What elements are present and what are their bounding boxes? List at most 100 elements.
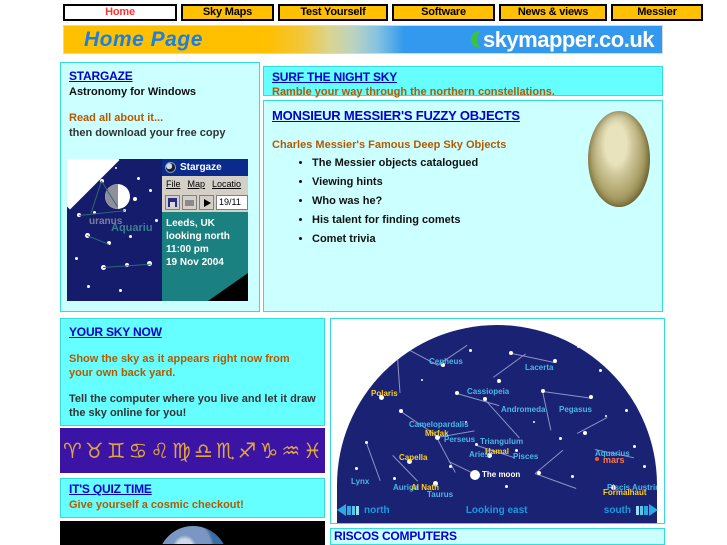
constellation-label-cassiopeia: Cassiopeia xyxy=(467,387,510,396)
zodiac-taurus-icon: ♉ xyxy=(84,438,104,463)
star-dot xyxy=(533,421,535,423)
star-dot xyxy=(541,389,545,393)
constellation-label-pisces: Pisces xyxy=(513,452,539,461)
star-label-formalhaut: Formalhaut xyxy=(603,488,647,497)
nav-tab-software[interactable]: Software xyxy=(392,4,495,21)
stargaze-app-screenshot[interactable]: uranus Aquariu Stargaze File Map Locatio… xyxy=(67,159,248,301)
constellation-label-camelopardalis: Camelopardalis xyxy=(409,420,469,429)
zodiac-cancer-icon: ♋ xyxy=(128,438,148,463)
star-dot xyxy=(483,397,487,401)
zodiac-banner[interactable]: ♈ ♉ ♊ ♋ ♌ ♍ ♎ ♏ ♐ ♑ ♒ ♓ xyxy=(60,428,325,473)
print-icon[interactable] xyxy=(182,194,197,210)
compass-label-north: north xyxy=(364,504,390,516)
stargaze-line1: Read all about it... xyxy=(69,112,164,124)
star-map-panel[interactable]: Cepheus Lacerta Cassiopeia Andromeda Peg… xyxy=(330,318,665,524)
info-location: Leeds, UK xyxy=(166,218,215,229)
star-dot xyxy=(475,443,478,446)
site-logo-text: skymapper.co.uk xyxy=(482,26,655,52)
constellation-line xyxy=(542,391,591,399)
quiz-heading-link[interactable]: IT'S QUIZ TIME xyxy=(69,482,316,496)
messier-heading-link[interactable]: MONSIEUR MESSIER'S FUZZY OBJECTS xyxy=(272,108,654,123)
sky-dome: Cepheus Lacerta Cassiopeia Andromeda Peg… xyxy=(337,325,657,523)
earth-image xyxy=(60,521,325,545)
moon-marker xyxy=(470,470,480,480)
constellation-line xyxy=(366,443,381,481)
your-sky-para2: Tell the computer where you live and let… xyxy=(69,393,316,419)
star-label-capella: Capella xyxy=(399,453,428,462)
star-dot xyxy=(559,437,562,440)
save-icon[interactable] xyxy=(165,194,180,210)
riscos-panel: RISCOS COMPUTERS xyxy=(330,528,665,545)
surf-night-sky-panel: SURF THE NIGHT SKY Ramble your way throu… xyxy=(263,66,663,98)
star-dot xyxy=(633,445,636,448)
north-arrow-icon[interactable] xyxy=(337,504,359,516)
star-dot xyxy=(455,391,459,395)
star-dot xyxy=(583,431,587,435)
constellation-label-lynx: Lynx xyxy=(351,477,370,486)
page-root: Home Sky Maps Test Yourself Software New… xyxy=(0,0,727,545)
star-dot xyxy=(577,345,580,348)
menu-item-map[interactable]: Map xyxy=(188,179,206,189)
star-dot xyxy=(537,471,541,475)
stargaze-panel: STARGAZE Astronomy for Windows Read all … xyxy=(60,62,260,312)
date-input[interactable]: 19/11 xyxy=(216,194,248,210)
star-dot xyxy=(605,415,607,417)
main-navigation: Home Sky Maps Test Yourself Software New… xyxy=(63,4,703,21)
nav-tab-news-views-label: News & views xyxy=(517,6,589,18)
menu-item-location[interactable]: Locatio xyxy=(212,179,241,189)
info-date: 19 Nov 2004 xyxy=(166,257,224,268)
nav-tab-test-yourself[interactable]: Test Yourself xyxy=(278,4,388,21)
star-dot xyxy=(505,485,508,488)
info-direction: looking north xyxy=(166,231,230,242)
riscos-heading-link[interactable]: RISCOS COMPUTERS xyxy=(331,529,664,544)
star-dot xyxy=(399,409,403,413)
toolbar: 19/11 xyxy=(162,192,248,212)
star-dot xyxy=(87,285,90,288)
star-dot xyxy=(365,441,368,444)
window-title-bar: Stargaze xyxy=(162,159,248,176)
star-dot xyxy=(469,349,472,352)
earth-globe-graphic xyxy=(157,526,228,544)
star-dot xyxy=(355,467,358,470)
page-banner: Home Page skymapper.co.uk xyxy=(63,25,663,54)
south-arrow-icon[interactable] xyxy=(636,504,658,516)
stargaze-heading-link[interactable]: STARGAZE xyxy=(69,69,251,83)
object-label-moon: The moon xyxy=(482,470,521,479)
nav-tab-home-label: Home xyxy=(105,6,135,18)
banner-gradient: Home Page xyxy=(64,26,404,53)
compass-bar: north Looking east south xyxy=(331,501,664,519)
info-time: 11:00 pm xyxy=(166,244,209,255)
star-label-polaris: Polaris xyxy=(371,389,398,398)
compass-label-south: south xyxy=(603,504,631,516)
your-sky-heading-link[interactable]: YOUR SKY NOW xyxy=(69,325,316,339)
site-logo[interactable]: skymapper.co.uk xyxy=(404,26,662,53)
zodiac-aries-icon: ♈ xyxy=(63,438,82,463)
list-item[interactable]: His talent for finding comets xyxy=(312,214,654,226)
constellation-line xyxy=(90,180,102,214)
nav-tab-messier[interactable]: Messier xyxy=(611,4,703,21)
star-dot xyxy=(393,477,396,480)
zodiac-scorpio-icon: ♏ xyxy=(215,438,235,463)
menu-item-file[interactable]: File xyxy=(166,179,181,189)
nav-tab-sky-maps[interactable]: Sky Maps xyxy=(181,4,274,21)
star-dot xyxy=(395,341,399,345)
surf-heading-link[interactable]: SURF THE NIGHT SKY xyxy=(272,70,654,84)
star-dot xyxy=(119,289,122,292)
list-item[interactable]: Comet trivia xyxy=(312,233,654,245)
nav-tab-test-yourself-label: Test Yourself xyxy=(300,6,366,18)
stargaze-window: Stargaze File Map Locatio 19/11 Leeds, U… xyxy=(162,159,248,301)
surf-description: Ramble your way through the northern con… xyxy=(272,86,555,98)
constellation-line xyxy=(103,263,151,268)
nav-tab-home[interactable]: Home xyxy=(63,4,177,21)
window-title-text: Stargaze xyxy=(180,162,222,173)
constellation-label-andromeda: Andromeda xyxy=(501,405,546,414)
quiz-description: Give yourself a cosmic checkout! xyxy=(69,499,244,511)
messier-panel: MONSIEUR MESSIER'S FUZZY OBJECTS Charles… xyxy=(263,100,663,312)
constellation-label-lacerta: Lacerta xyxy=(525,363,554,372)
menu-bar: File Map Locatio xyxy=(162,176,248,192)
star-dot xyxy=(643,465,646,468)
play-icon[interactable] xyxy=(199,194,214,210)
constellation-line xyxy=(577,417,608,434)
star-label-hamal: Hamal xyxy=(485,447,510,456)
nav-tab-news-views[interactable]: News & views xyxy=(499,4,607,21)
